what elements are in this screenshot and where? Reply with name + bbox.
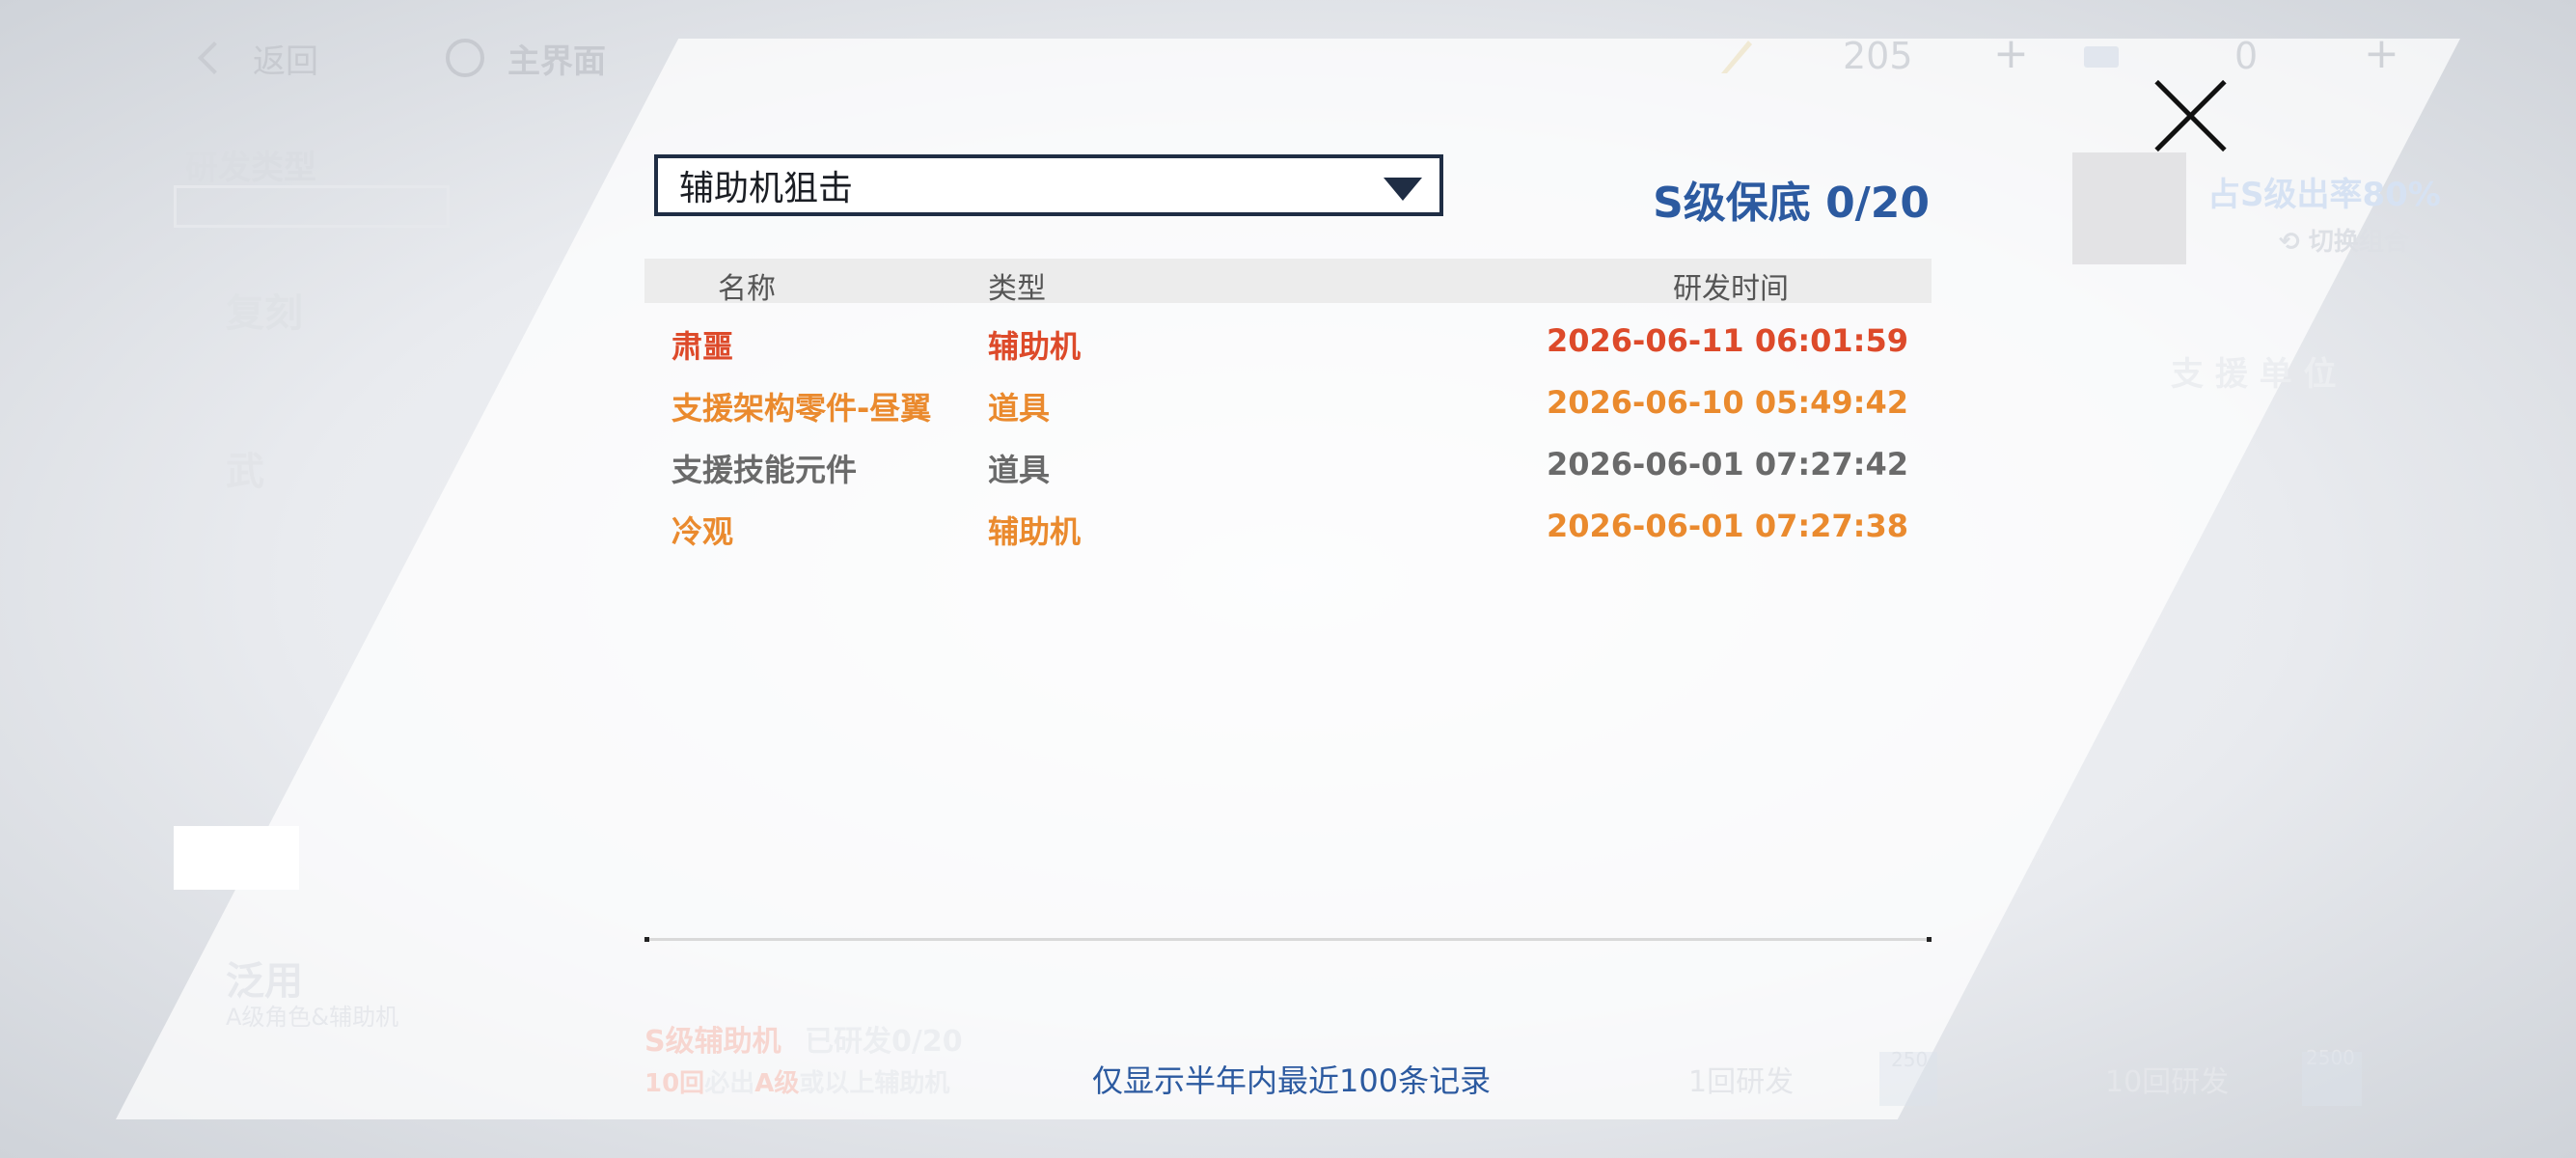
back-button[interactable]: 返回 [193, 29, 318, 87]
research-type-title: 研发类型 [185, 149, 316, 187]
record-name: 支援技能元件 [671, 452, 858, 488]
column-time: 研发时间 [1673, 272, 1789, 306]
history-modal: 辅助机狙击 S级保底 0/20 名称 类型 研发时间 肃噩 辅助机 2026-0… [637, 145, 1939, 955]
record-type: 道具 [988, 390, 1051, 427]
record-name: 肃噩 [671, 328, 734, 365]
menu-item-selected[interactable] [174, 826, 299, 890]
record-type: 辅助机 [988, 328, 1082, 365]
record-time: 2026-06-10 05:49:42 [1546, 384, 1908, 421]
resource1-value: 205 [1843, 35, 1913, 77]
table-row: 支援技能元件 道具 2026-06-01 07:27:42 [644, 434, 1932, 496]
s-rate-label: 占S级出率80% [2207, 176, 2441, 214]
record-type: 道具 [988, 452, 1051, 488]
dropdown-arrow-icon [1384, 178, 1422, 201]
resource2-value: 0 [2234, 35, 2259, 77]
home-circle-icon [446, 39, 484, 77]
s-pity-counter: S级保底 0/20 [1653, 179, 1930, 228]
resource1-plus-button[interactable]: + [1993, 29, 2029, 78]
record-time: 2026-06-11 06:01:59 [1546, 322, 1908, 359]
menu-item-rerun[interactable]: 复刻 [226, 282, 303, 338]
home-label: 主界面 [507, 41, 606, 81]
resource2-plus-button[interactable]: + [2364, 29, 2399, 78]
pool-select-value: 辅助机狙击 [679, 169, 854, 208]
pull-1-label: 1回研发 [1688, 1065, 1795, 1099]
switch-icon: ⟲ [2279, 228, 2309, 257]
switch-combo-button[interactable]: ⟲ 切换组合 [2279, 222, 2409, 258]
record-name: 冷观 [671, 513, 734, 550]
table-row: 冷观 辅助机 2026-06-01 07:27:38 [644, 496, 1932, 558]
history-footer-note: 仅显示半年内最近100条记录 [1092, 1062, 1492, 1099]
feather-resource-icon [1721, 41, 1752, 73]
table-row: 肃噩 辅助机 2026-06-11 06:01:59 [644, 311, 1932, 372]
column-type: 类型 [988, 272, 1046, 306]
unit-thumbnail [2072, 152, 2186, 264]
table-header: 名称 类型 研发时间 [644, 259, 1932, 306]
ticket-resource-icon [2084, 46, 2119, 68]
column-name: 名称 [718, 272, 776, 306]
record-type: 辅助机 [988, 513, 1082, 550]
guarantee-mid1: 必出 [704, 1069, 755, 1098]
pool-select-dropdown[interactable]: 辅助机狙击 [654, 154, 1443, 216]
back-label: 返回 [253, 41, 318, 81]
guarantee-hint: 10回必出A级或以上辅助机 [644, 1063, 949, 1099]
pity-hint-red: S级辅助机 [644, 1025, 781, 1059]
research-type-box [174, 185, 450, 228]
pull-10-button[interactable]: 10回研发 [2105, 1058, 2229, 1100]
table-row: 支援架构零件-昼翼 道具 2026-06-10 05:49:42 [644, 372, 1932, 434]
record-time: 2026-06-01 07:27:42 [1546, 446, 1908, 482]
record-list: 肃噩 辅助机 2026-06-11 06:01:59 支援架构零件-昼翼 道具 … [644, 311, 1932, 558]
close-icon[interactable] [2151, 77, 2229, 154]
pity-hint-gray: 已研发0/20 [805, 1025, 963, 1059]
guarantee-mid2: A级 [754, 1069, 800, 1098]
guarantee-suffix: 或以上辅助机 [799, 1069, 950, 1098]
record-time: 2026-06-01 07:27:38 [1546, 508, 1908, 544]
record-name: 支援架构零件-昼翼 [671, 390, 932, 427]
pity-hint: S级辅助机 已研发0/20 [644, 1017, 963, 1060]
pull-1-button[interactable]: 1回研发 [1688, 1058, 1794, 1100]
back-chevron-icon [198, 41, 231, 74]
support-unit-title: 支 援 单 位 [2171, 355, 2337, 394]
pull-10-label: 10回研发 [2105, 1065, 2230, 1099]
menu-item-generic-subtitle: A级角色&辅助机 [226, 1004, 399, 1031]
home-button[interactable]: 主界面 [446, 29, 606, 87]
menu-item-weapon[interactable]: 武 [226, 440, 264, 496]
ticket-icon [1879, 1052, 1937, 1106]
ticket-icon [2302, 1052, 2362, 1106]
table-bottom-divider [644, 937, 1932, 942]
switch-combo-label: 切换组合 [2308, 228, 2409, 257]
guarantee-prefix: 10回 [644, 1069, 705, 1098]
